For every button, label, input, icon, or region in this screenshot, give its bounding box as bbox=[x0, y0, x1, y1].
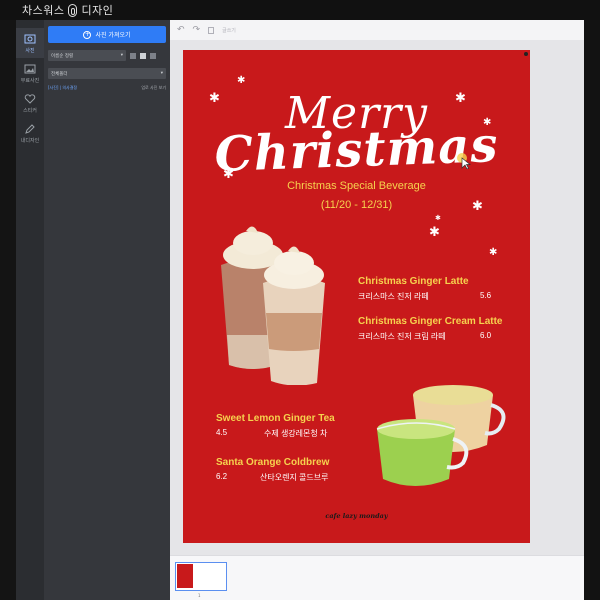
view-uploaded-link[interactable]: 업로 사진 보기 bbox=[141, 85, 166, 91]
snowflake-icon: ✱ bbox=[435, 214, 441, 222]
undo-icon[interactable]: ↶ bbox=[177, 25, 185, 35]
upload-photo-button[interactable]: + 사진 가져오기 bbox=[48, 26, 166, 43]
folder-select[interactable]: 전체폴더 ▾ bbox=[48, 68, 166, 79]
pencil-icon bbox=[25, 123, 35, 134]
resize-handle[interactable] bbox=[524, 52, 528, 56]
menu-item-name: Christmas Ginger Latte bbox=[358, 276, 469, 287]
heart-icon bbox=[24, 93, 36, 104]
menu-item-price: 6.0 bbox=[480, 331, 492, 340]
menu-item-korean: 산타오렌지 콜드브루 bbox=[260, 473, 329, 482]
rail-label: 스티커 bbox=[23, 107, 37, 114]
menu-item[interactable]: Santa Orange Coldbrew 6.2 산타오렌지 콜드브루 bbox=[216, 457, 329, 483]
snowflake-icon: ✱ bbox=[489, 247, 498, 258]
photo-panel: + 사진 가져오기 이름순 정렬 ▾ 전체폴더 ▾ [사진] | 의사결정 업로… bbox=[44, 20, 170, 600]
rail-item-my-design[interactable]: 내디자인 bbox=[16, 118, 44, 148]
cafe-logo-text[interactable]: cafe lazy monday bbox=[183, 512, 530, 520]
large-view-icon[interactable] bbox=[150, 52, 156, 59]
page-number: 1 bbox=[198, 593, 201, 598]
grid-view-icon[interactable] bbox=[140, 52, 146, 59]
folder-link[interactable]: [사진] | 의사결정 bbox=[48, 85, 77, 91]
rail-item-photo[interactable]: 사진 bbox=[16, 28, 44, 58]
menu-item-korean: 크리스마스 진저 라떼 bbox=[358, 292, 429, 301]
chevron-down-icon: ▾ bbox=[160, 71, 163, 76]
menu-item-price: 6.2 bbox=[216, 472, 228, 481]
page-thumbnail[interactable] bbox=[175, 562, 227, 591]
poster-dates[interactable]: (11/20 - 12/31) bbox=[183, 199, 530, 211]
snowflake-icon: ✱ bbox=[429, 225, 440, 240]
title-christmas[interactable]: Christmas bbox=[183, 116, 530, 184]
rail-label: 내디자인 bbox=[20, 137, 40, 144]
menu-item-detail: 6.2 산타오렌지 콜드브루 bbox=[216, 472, 329, 483]
app-window: 차스워스 디자인 사진 무료사진 스티커 내디자인 + 사진 가져오기 이름순 … bbox=[0, 0, 600, 600]
menu-item-name: Santa Orange Coldbrew bbox=[216, 457, 330, 468]
menu-item-name: Christmas Ginger Cream Latte bbox=[358, 316, 503, 327]
sort-select-value: 이름순 정렬 bbox=[51, 53, 74, 59]
page-strip: 1 bbox=[170, 555, 584, 600]
rail-label: 사진 bbox=[25, 47, 35, 54]
tea-cups-image[interactable] bbox=[373, 375, 513, 505]
plus-icon: + bbox=[83, 30, 92, 39]
menu-item[interactable]: Christmas Ginger Latte 크리스마스 진저 라떼 5.6 bbox=[358, 276, 491, 302]
thumbnail-preview bbox=[177, 564, 193, 588]
menu-item-detail: 4.5 수제 생강레몬청 차 bbox=[216, 428, 335, 439]
upload-label: 사진 가져오기 bbox=[95, 32, 131, 39]
chevron-down-icon: ▾ bbox=[120, 53, 123, 58]
rail-label: 무료사진 bbox=[20, 77, 40, 84]
redo-icon[interactable]: ↷ bbox=[193, 25, 201, 35]
brand[interactable]: 차스워스 디자인 bbox=[22, 2, 113, 18]
rail-item-sticker[interactable]: 스티커 bbox=[16, 88, 44, 118]
toolbar-label[interactable]: 글쓰기 bbox=[222, 27, 236, 34]
mouse-cursor-icon bbox=[457, 153, 471, 169]
photo-icon bbox=[24, 34, 36, 43]
outer-left-edge bbox=[0, 20, 16, 600]
top-bar: 차스워스 디자인 bbox=[0, 0, 600, 20]
tool-rail: 사진 무료사진 스티커 내디자인 bbox=[16, 20, 44, 600]
page-icon[interactable] bbox=[208, 26, 215, 34]
menu-item[interactable]: Christmas Ginger Cream Latte 크리스마스 진저 크림… bbox=[358, 316, 503, 342]
latte-cups-image[interactable] bbox=[213, 225, 333, 385]
menu-item-price: 4.5 bbox=[216, 428, 228, 437]
brand-logo-icon bbox=[68, 3, 78, 17]
menu-item[interactable]: Sweet Lemon Ginger Tea 4.5 수제 생강레몬청 차 bbox=[216, 413, 335, 439]
sort-select[interactable]: 이름순 정렬 ▾ bbox=[48, 50, 126, 61]
poster-subtitle[interactable]: Christmas Special Beverage bbox=[183, 180, 530, 192]
menu-item-korean: 수제 생강레몬청 차 bbox=[264, 429, 328, 438]
free-photo-icon bbox=[24, 64, 36, 73]
menu-item-detail: 크리스마스 진저 라떼 5.6 bbox=[358, 291, 491, 302]
menu-item-price: 5.6 bbox=[480, 291, 492, 300]
poster-canvas[interactable]: ✱ ✱ ✱ ✱ ✱ ✱ ✱ ✱ ✱ Merry Christmas Christ… bbox=[183, 50, 530, 543]
snowflake-icon: ✱ bbox=[237, 75, 246, 86]
menu-item-name: Sweet Lemon Ginger Tea bbox=[216, 413, 335, 424]
brand-name-part-2: 디자인 bbox=[81, 4, 114, 17]
rail-item-free-photo[interactable]: 무료사진 bbox=[16, 58, 44, 88]
canvas-toolbar: ↶ ↷ 글쓰기 bbox=[170, 20, 584, 40]
brand-name-part: 차스워스 bbox=[22, 4, 65, 17]
menu-item-korean: 크리스마스 진저 크림 라떼 bbox=[358, 332, 446, 341]
panel-links: [사진] | 의사결정 업로 사진 보기 bbox=[48, 85, 166, 91]
folder-select-value: 전체폴더 bbox=[51, 71, 68, 77]
right-gutter bbox=[584, 20, 600, 600]
list-view-icon[interactable] bbox=[130, 52, 136, 59]
menu-item-detail: 크리스마스 진저 크림 라떼 6.0 bbox=[358, 331, 503, 342]
